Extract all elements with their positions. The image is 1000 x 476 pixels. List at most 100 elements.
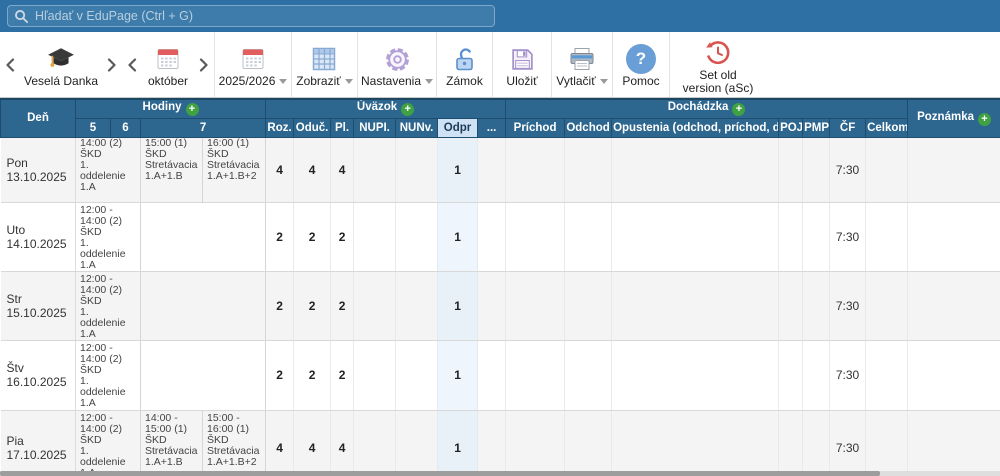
cell-oduc[interactable]: 2 (294, 340, 331, 410)
cell-roz[interactable]: 4 (266, 137, 294, 202)
save-button[interactable]: Uložiť (496, 37, 548, 92)
cell-pmp[interactable] (803, 340, 830, 410)
cell-pmp[interactable] (803, 271, 830, 340)
cell-nupi[interactable] (354, 410, 396, 476)
lesson-cell[interactable] (141, 340, 266, 410)
cell-poj[interactable] (779, 410, 803, 476)
cell-odchod[interactable] (565, 410, 612, 476)
cell-nupi[interactable] (354, 137, 396, 202)
cell-celkom[interactable] (866, 340, 908, 410)
cell-prichod[interactable] (506, 410, 565, 476)
set-old-version-button[interactable]: Set old version (aSc) (679, 31, 758, 99)
cell-more[interactable] (478, 137, 506, 202)
teacher-selector[interactable]: Veselá Danka (20, 37, 102, 92)
cell-poznamka[interactable] (908, 340, 1000, 410)
cell-celkom[interactable] (866, 410, 908, 476)
cell-prichod[interactable] (506, 202, 565, 271)
cell-celkom[interactable] (866, 271, 908, 340)
year-selector[interactable]: 2025/2026 (215, 37, 291, 92)
cell-pl[interactable]: 2 (331, 271, 354, 340)
lesson-cell[interactable]: 15:00 - 16:00 (1) ŠKD Stretávacia 1.A+1.… (203, 137, 266, 202)
cell-odpr[interactable]: 1 (438, 137, 478, 202)
cell-pmp[interactable] (803, 137, 830, 202)
lesson-cell[interactable]: 14:00 - 15:00 (1) ŠKD Stretávacia 1.A+1.… (141, 137, 203, 202)
lesson-cell[interactable]: 12:00 - 14:00 (2) ŠKD 1. oddelenie 1.A (76, 340, 141, 410)
cell-cf[interactable]: 7:30 (830, 202, 866, 271)
lesson-cell[interactable]: 12:00 - 14:00 (2) ŠKD 1. oddelenie 1.A (76, 137, 141, 202)
cell-nunv[interactable] (396, 202, 438, 271)
lesson-cell[interactable]: 12:00 - 14:00 (2) ŠKD 1. oddelenie 1.A (76, 271, 141, 340)
lesson-cell[interactable]: 14:00 - 15:00 (1) ŠKD Stretávacia 1.A+1.… (141, 410, 203, 476)
cell-odchod[interactable] (565, 340, 612, 410)
cell-nunv[interactable] (396, 137, 438, 202)
cell-opustenia[interactable] (612, 137, 779, 202)
cell-pl[interactable]: 4 (331, 410, 354, 476)
search-input[interactable] (35, 9, 488, 23)
lesson-cell[interactable] (141, 271, 266, 340)
month-next-button[interactable] (194, 58, 214, 72)
settings-button[interactable]: Nastavenia (358, 37, 436, 92)
cell-opustenia[interactable] (612, 271, 779, 340)
cell-poj[interactable] (779, 202, 803, 271)
teacher-next-button[interactable] (102, 58, 122, 72)
cell-oduc[interactable]: 2 (294, 202, 331, 271)
lesson-cell[interactable]: 12:00 - 14:00 (2) ŠKD 1. oddelenie 1.A (76, 202, 141, 271)
lock-button[interactable]: Zámok (439, 37, 491, 92)
search-box[interactable] (7, 5, 495, 27)
cell-odpr[interactable]: 1 (438, 410, 478, 476)
cell-more[interactable] (478, 410, 506, 476)
cell-poj[interactable] (779, 137, 803, 202)
cell-oduc[interactable]: 4 (294, 410, 331, 476)
cell-poznamka[interactable] (908, 271, 1000, 340)
cell-odpr[interactable]: 1 (438, 202, 478, 271)
cell-prichod[interactable] (506, 137, 565, 202)
cell-poznamka[interactable] (908, 137, 1000, 202)
lesson-cell[interactable]: 12:00 - 14:00 (2) ŠKD 1. oddelenie 1.A (76, 410, 141, 476)
cell-odchod[interactable] (565, 202, 612, 271)
cell-prichod[interactable] (506, 271, 565, 340)
cell-celkom[interactable] (866, 137, 908, 202)
add-uvazok-button[interactable]: + (401, 103, 414, 116)
add-hodiny-button[interactable]: + (186, 103, 199, 116)
cell-poznamka[interactable] (908, 410, 1000, 476)
cell-pl[interactable]: 2 (331, 340, 354, 410)
cell-roz[interactable]: 2 (266, 340, 294, 410)
cell-pmp[interactable] (803, 410, 830, 476)
cell-odchod[interactable] (565, 271, 612, 340)
cell-nunv[interactable] (396, 410, 438, 476)
cell-opustenia[interactable] (612, 410, 779, 476)
cell-poznamka[interactable] (908, 202, 1000, 271)
lesson-cell[interactable]: 15:00 - 16:00 (1) ŠKD Stretávacia 1.A+1.… (203, 410, 266, 476)
month-selector[interactable]: október (142, 37, 194, 92)
cell-odpr[interactable]: 1 (438, 271, 478, 340)
cell-celkom[interactable] (866, 202, 908, 271)
cell-opustenia[interactable] (612, 202, 779, 271)
cell-prichod[interactable] (506, 340, 565, 410)
cell-opustenia[interactable] (612, 340, 779, 410)
cell-oduc[interactable]: 2 (294, 271, 331, 340)
cell-cf[interactable]: 7:30 (830, 340, 866, 410)
cell-odpr[interactable]: 1 (438, 340, 478, 410)
cell-nupi[interactable] (354, 202, 396, 271)
month-prev-button[interactable] (122, 58, 142, 72)
print-button[interactable]: Vytlačiť (552, 37, 611, 92)
cell-more[interactable] (478, 202, 506, 271)
add-poznamka-button[interactable]: + (978, 113, 991, 126)
cell-pmp[interactable] (803, 202, 830, 271)
help-button[interactable]: ? Pomoc (615, 37, 667, 92)
cell-poj[interactable] (779, 340, 803, 410)
cell-roz[interactable]: 2 (266, 271, 294, 340)
lesson-cell[interactable] (141, 202, 266, 271)
cell-cf[interactable]: 7:30 (830, 271, 866, 340)
cell-more[interactable] (478, 340, 506, 410)
cell-pl[interactable]: 2 (331, 202, 354, 271)
cell-more[interactable] (478, 271, 506, 340)
cell-odchod[interactable] (565, 137, 612, 202)
teacher-prev-button[interactable] (0, 58, 20, 72)
cell-roz[interactable]: 4 (266, 410, 294, 476)
add-dochadzka-button[interactable]: + (732, 103, 745, 116)
view-button[interactable]: Zobraziť (292, 37, 357, 92)
cell-pl[interactable]: 4 (331, 137, 354, 202)
cell-cf[interactable]: 7:30 (830, 137, 866, 202)
cell-roz[interactable]: 2 (266, 202, 294, 271)
